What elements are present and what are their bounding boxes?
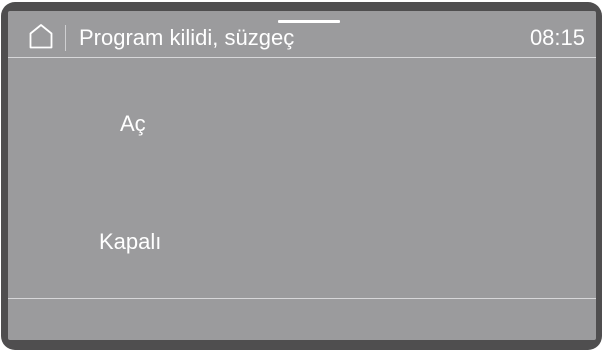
home-icon[interactable] (28, 23, 54, 49)
footer-divider-line (8, 298, 596, 299)
clock-time: 08:15 (529, 25, 585, 50)
display-bezel: Program kilidi, süzgeç 08:15 Aç Kapalı (1, 2, 602, 350)
option-closed[interactable]: Kapalı (99, 229, 161, 255)
header-divider (65, 25, 66, 51)
header-bar: Program kilidi, süzgeç 08:15 (8, 11, 596, 58)
page-title: Program kilidi, süzgeç (79, 25, 295, 50)
header-divider-line (8, 57, 596, 58)
option-open[interactable]: Aç (120, 111, 146, 137)
display-screen: Program kilidi, süzgeç 08:15 Aç Kapalı (8, 11, 596, 340)
